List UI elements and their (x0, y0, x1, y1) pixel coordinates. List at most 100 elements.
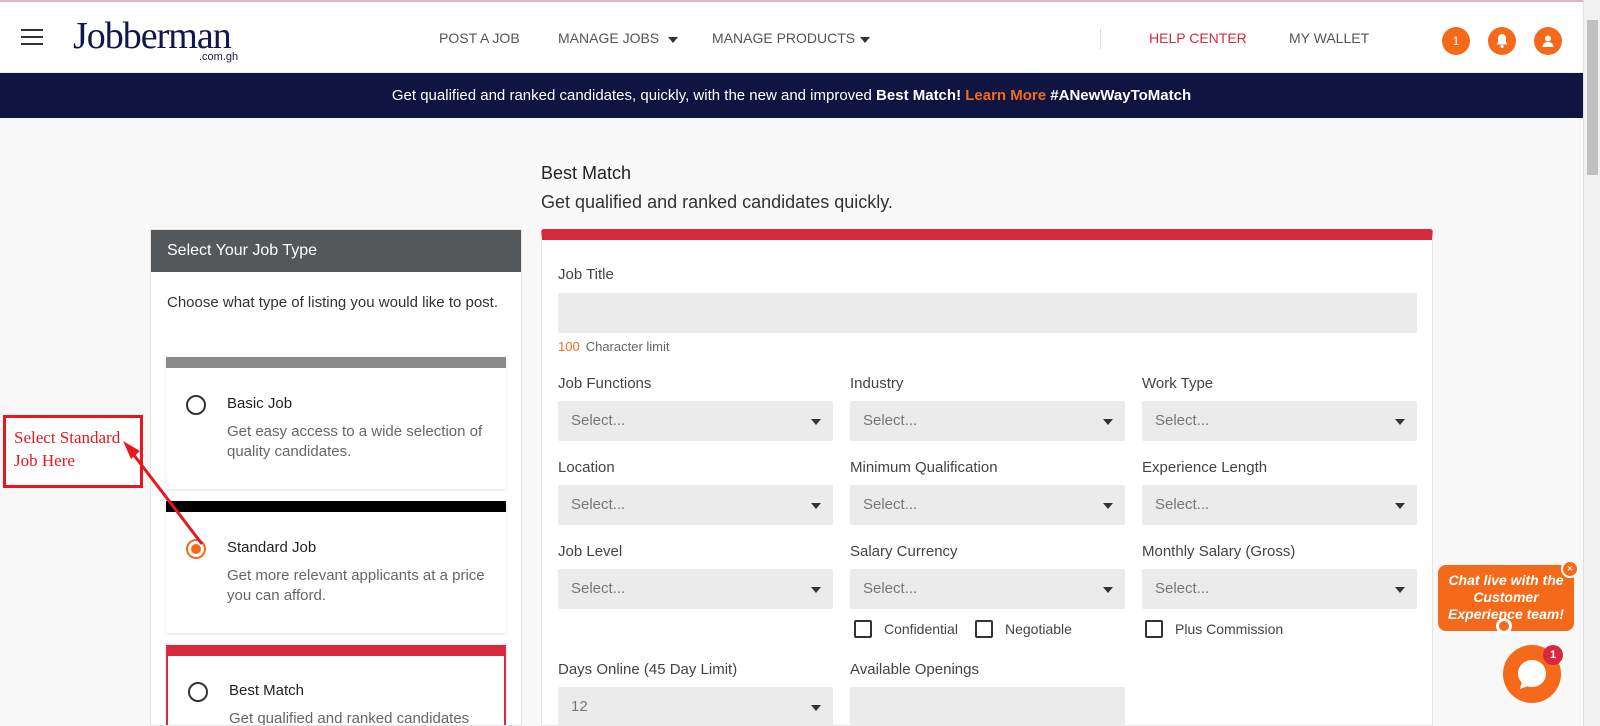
select-placeholder: Select... (1155, 580, 1210, 597)
select-placeholder: Select... (571, 580, 626, 597)
job-form-panel: Job Title 100 Character limit Job Functio… (541, 229, 1433, 726)
days-online-select[interactable]: 12 (558, 687, 833, 726)
select-placeholder: Select... (863, 496, 918, 513)
bell-icon[interactable] (1488, 27, 1516, 55)
manage-products-chevron-down-icon[interactable] (860, 37, 870, 43)
radio-basic-job[interactable] (186, 395, 206, 415)
experience-length-select[interactable]: Select... (1142, 485, 1417, 525)
available-openings-input[interactable] (850, 687, 1125, 726)
chevron-down-icon (1103, 503, 1113, 509)
industry-select[interactable]: Select... (850, 401, 1125, 441)
chevron-down-icon (811, 419, 821, 425)
commission-checkbox[interactable] (1145, 620, 1163, 638)
nav-post-a-job[interactable]: POST A JOB (439, 30, 520, 46)
nav-manage-jobs[interactable]: MANAGE JOBS (558, 30, 659, 46)
chevron-down-icon (811, 705, 821, 711)
char-limit: 100 Character limit (558, 339, 670, 354)
card-desc: Get more relevant applicants at a price … (227, 567, 485, 604)
chevron-down-icon (811, 503, 821, 509)
hamburger-menu-icon[interactable] (21, 29, 43, 45)
annotation-line-2: Job Here (14, 451, 75, 470)
commission-label: Plus Commission (1175, 621, 1284, 637)
chat-bubble-tail (1496, 618, 1512, 634)
banner-hashtag: #ANewWayToMatch (1050, 87, 1192, 104)
card-bar (168, 645, 504, 656)
job-card-best-match[interactable]: Best Match Get qualified and ranked cand… (166, 645, 506, 726)
select-placeholder: Select... (1155, 496, 1210, 513)
promo-banner: Get qualified and ranked candidates, qui… (0, 73, 1583, 118)
confidential-label: Confidential (884, 621, 958, 637)
char-limit-text: Character limit (585, 339, 670, 354)
card-title: Basic Job (227, 395, 293, 412)
nav-my-wallet[interactable]: MY WALLET (1289, 30, 1369, 46)
days-online-label: Days Online (45 Day Limit) (558, 661, 738, 678)
location-label: Location (558, 459, 615, 476)
job-title-input[interactable] (558, 293, 1417, 333)
chevron-down-icon (1395, 587, 1405, 593)
experience-length-label: Experience Length (1142, 459, 1268, 476)
select-placeholder: Select... (571, 496, 626, 513)
job-type-description: Choose what type of listing you would li… (167, 294, 499, 311)
card-desc: Get easy access to a wide selection of q… (227, 423, 483, 460)
nav-manage-products[interactable]: MANAGE PRODUCTS (712, 30, 855, 46)
banner-learn-more-link[interactable]: Learn More (965, 87, 1046, 104)
select-placeholder: Select... (1155, 412, 1210, 429)
user-avatar-icon[interactable] (1534, 27, 1562, 55)
salary-currency-label: Salary Currency (850, 543, 958, 560)
job-level-label: Job Level (558, 543, 623, 560)
chevron-down-icon (1395, 503, 1405, 509)
notification-count-badge[interactable]: 1 (1442, 27, 1470, 55)
select-placeholder: Select... (571, 412, 626, 429)
work-type-label: Work Type (1142, 375, 1214, 392)
job-type-panel: Select Your Job Type Choose what type of… (150, 229, 522, 726)
job-level-select[interactable]: Select... (558, 569, 833, 609)
form-title: Best Match (541, 163, 632, 183)
salary-currency-select[interactable]: Select... (850, 569, 1125, 609)
work-type-select[interactable]: Select... (1142, 401, 1417, 441)
min-qualification-select[interactable]: Select... (850, 485, 1125, 525)
negotiable-label: Negotiable (1005, 621, 1072, 637)
radio-standard-job[interactable] (186, 539, 206, 559)
industry-label: Industry (850, 375, 904, 392)
job-functions-label: Job Functions (558, 375, 652, 392)
chevron-down-icon (811, 587, 821, 593)
job-title-label: Job Title (558, 266, 614, 283)
chevron-down-icon (1103, 587, 1113, 593)
logo-subtext: .com.gh (199, 51, 239, 63)
card-desc: Get qualified and ranked candidates (229, 710, 470, 726)
job-card-basic[interactable]: Basic Job Get easy access to a wide sele… (166, 357, 506, 489)
char-limit-number: 100 (558, 339, 580, 354)
manage-jobs-chevron-down-icon[interactable] (668, 37, 678, 43)
radio-best-match[interactable] (188, 682, 208, 702)
chevron-down-icon (1103, 419, 1113, 425)
jobberman-logo[interactable]: Jobberman .com.gh (63, 13, 253, 63)
select-placeholder: Select... (863, 580, 918, 597)
chat-close-icon[interactable]: × (1561, 560, 1579, 578)
job-type-heading: Select Your Job Type (151, 230, 521, 272)
chevron-down-icon (1395, 419, 1405, 425)
nav-help-center[interactable]: HELP CENTER (1149, 30, 1247, 46)
card-title: Standard Job (227, 539, 317, 556)
scrollbar-thumb[interactable] (1587, 20, 1598, 175)
job-card-standard[interactable]: Standard Job Get more relevant applicant… (166, 501, 506, 633)
days-online-value: 12 (571, 698, 588, 715)
monthly-salary-select[interactable]: Select... (1142, 569, 1417, 609)
page-scrollbar[interactable] (1583, 0, 1600, 726)
nav-divider (1100, 29, 1101, 49)
annotation-line-1: Select Standard (14, 428, 121, 447)
confidential-checkbox[interactable] (854, 620, 872, 638)
available-openings-label: Available Openings (850, 661, 979, 678)
monthly-salary-label: Monthly Salary (Gross) (1142, 543, 1296, 560)
card-bar (166, 357, 506, 368)
form-subtitle: Get qualified and ranked candidates quic… (541, 192, 893, 212)
location-select[interactable]: Select... (558, 485, 833, 525)
job-functions-select[interactable]: Select... (558, 401, 833, 441)
min-qualification-label: Minimum Qualification (850, 459, 998, 476)
negotiable-checkbox[interactable] (975, 620, 993, 638)
select-placeholder: Select... (863, 412, 918, 429)
banner-bold: Best Match! (876, 87, 962, 104)
annotation-box: Select Standard Job Here (3, 415, 143, 488)
card-bar (166, 501, 506, 512)
banner-text: Get qualified and ranked candidates, qui… (391, 87, 877, 104)
card-title: Best Match (229, 682, 305, 699)
